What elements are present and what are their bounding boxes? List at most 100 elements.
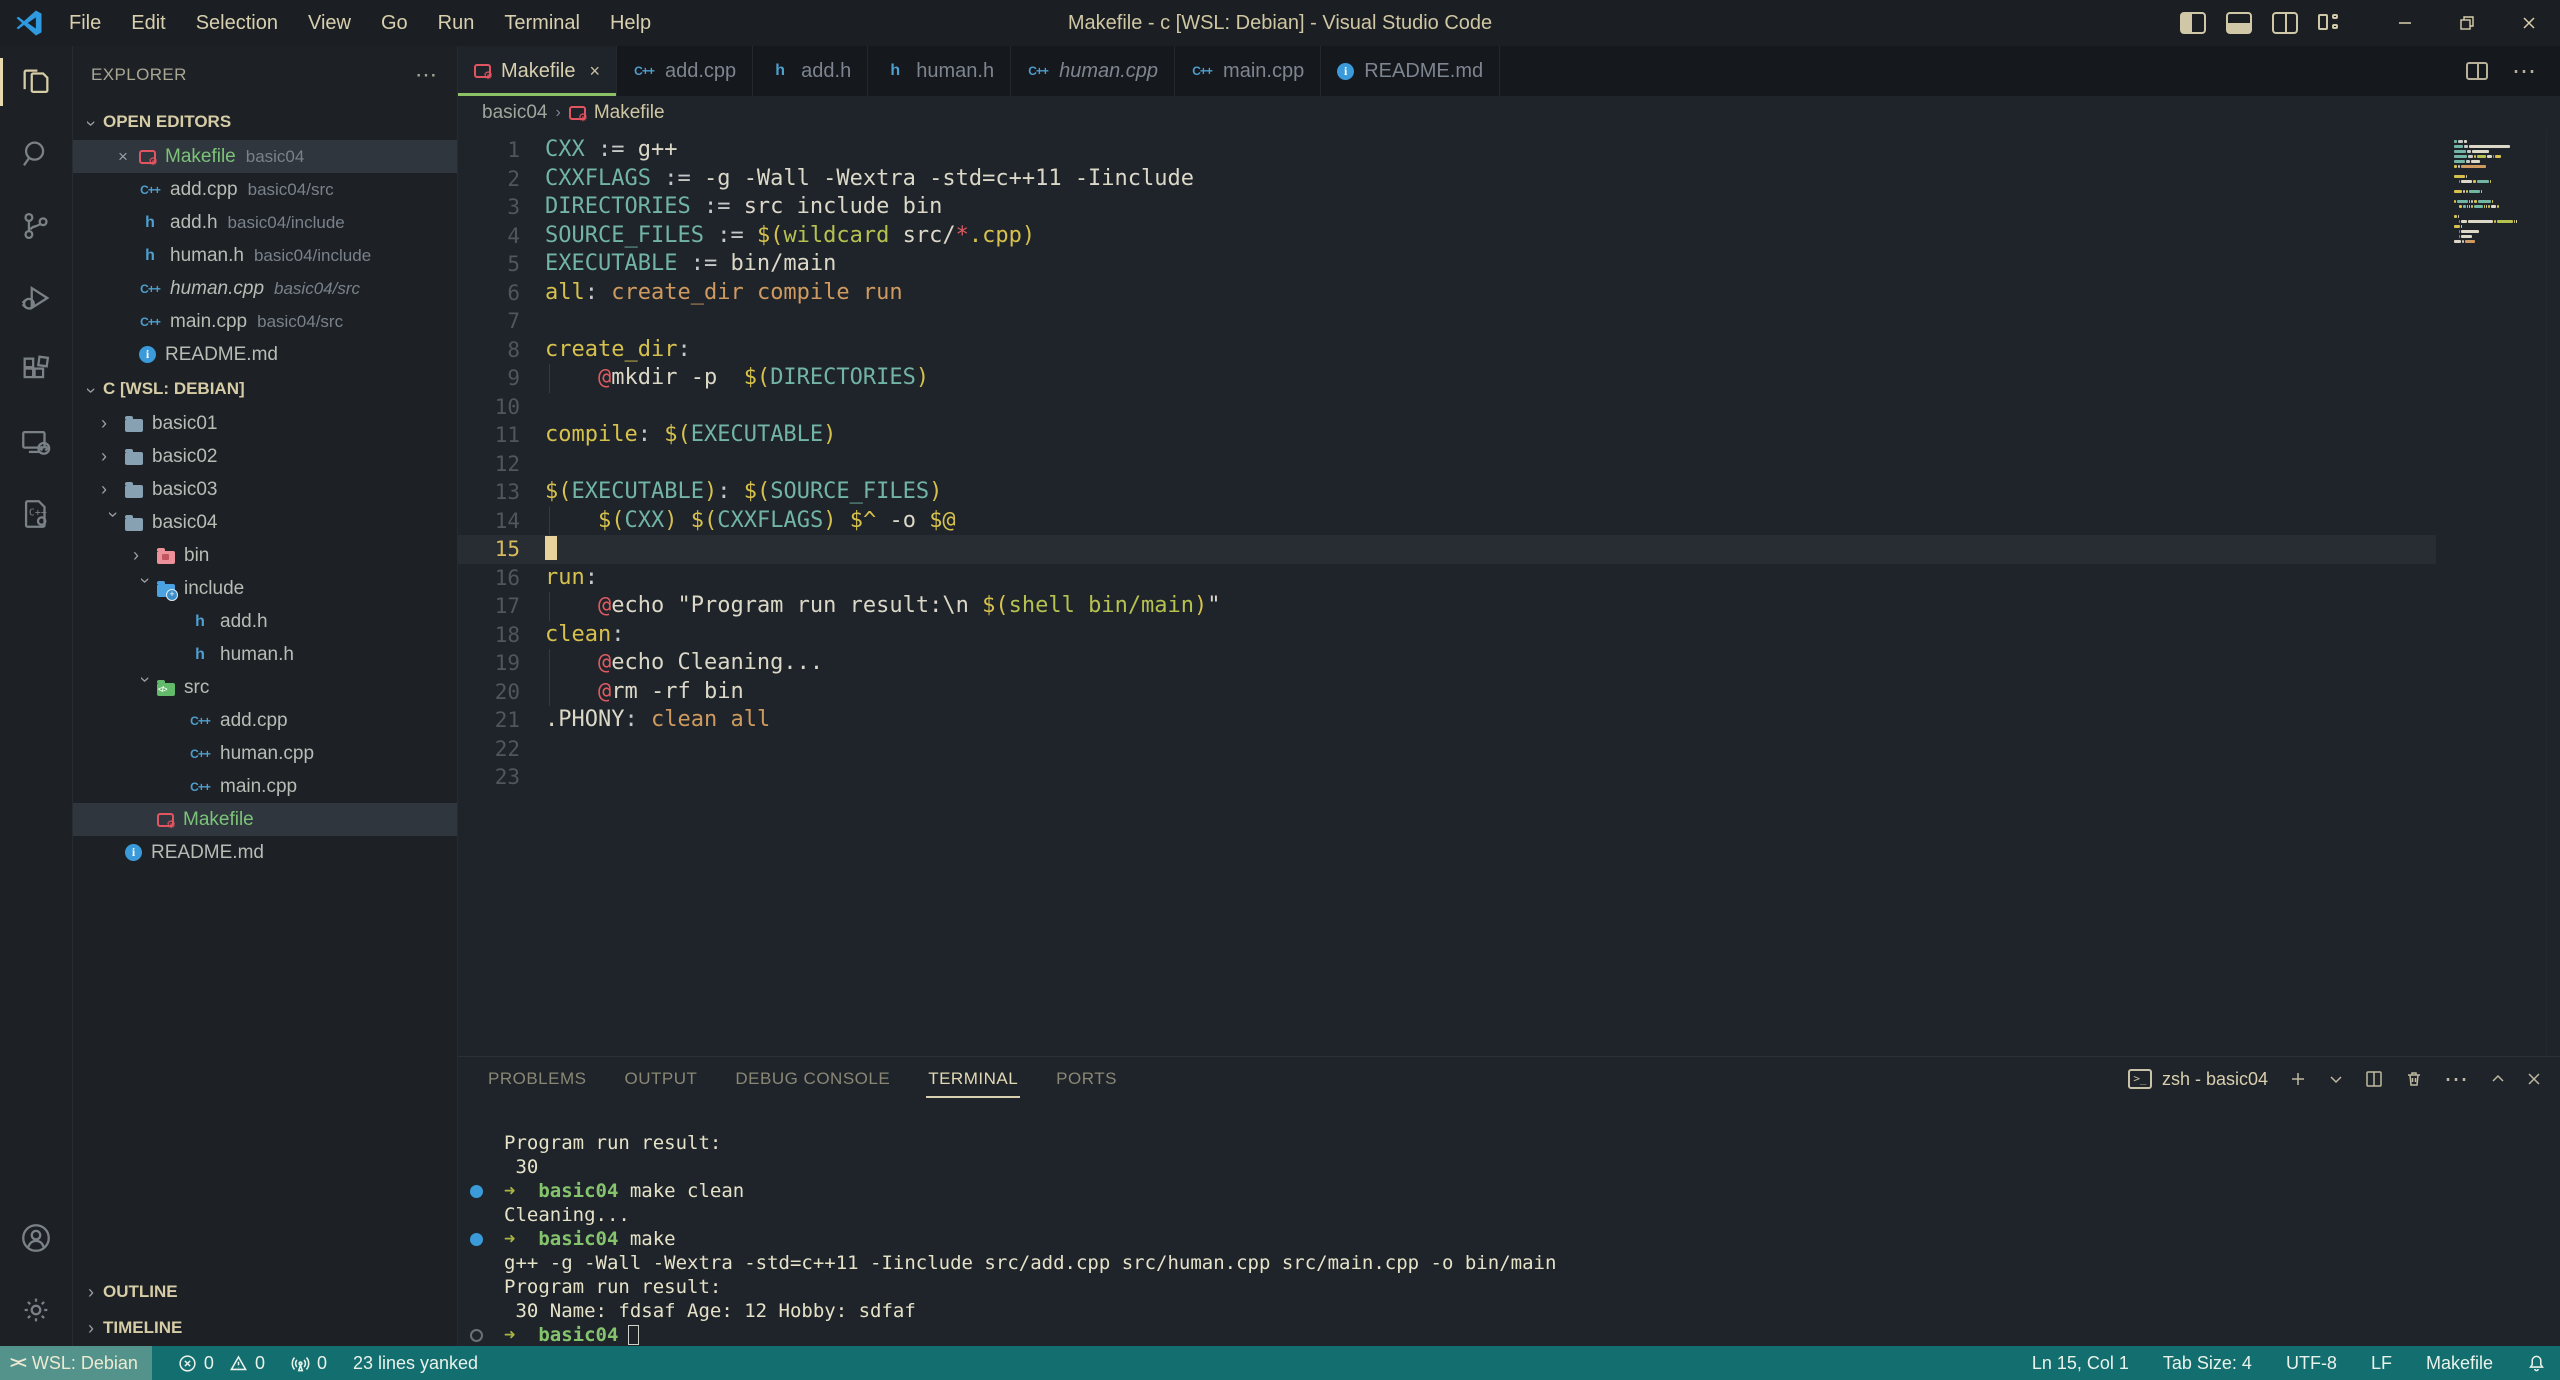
tree-item-readme.md[interactable]: README.md	[73, 836, 457, 869]
open-editor-item[interactable]: README.md	[73, 338, 457, 371]
encoding[interactable]: UTF-8	[2286, 1353, 2337, 1374]
terminal-output[interactable]: Program run result: 30➜ basic04 make cle…	[458, 1101, 2560, 1346]
settings-gear-icon[interactable]	[0, 1274, 73, 1346]
code-line-11[interactable]: 11compile: $(EXECUTABLE)	[458, 421, 2436, 450]
tree-item-include[interactable]: ›include	[73, 572, 457, 605]
breadcrumb-item[interactable]: Makefile	[594, 102, 665, 124]
split-terminal-icon[interactable]	[2364, 1069, 2384, 1089]
code-line-8[interactable]: 8create_dir:	[458, 336, 2436, 365]
command-success-decoration[interactable]	[470, 1185, 483, 1198]
code-line-5[interactable]: 5EXECUTABLE := bin/main	[458, 250, 2436, 279]
menu-terminal[interactable]: Terminal	[491, 8, 593, 39]
toggle-sidebar-icon[interactable]	[2180, 12, 2206, 34]
notifications-bell-icon[interactable]	[2527, 1354, 2546, 1373]
menu-file[interactable]: File	[56, 8, 114, 39]
run-debug-icon[interactable]	[0, 262, 73, 334]
code-line-19[interactable]: 19 @echo Cleaning...	[458, 649, 2436, 678]
open-editor-item[interactable]: add.cppbasic04/src	[73, 173, 457, 206]
tree-item-add.cpp[interactable]: add.cpp	[73, 704, 457, 737]
tree-item-add.h[interactable]: add.h	[73, 605, 457, 638]
kill-terminal-trash-icon[interactable]	[2404, 1069, 2424, 1089]
code-line-22[interactable]: 22	[458, 735, 2436, 764]
close-button[interactable]	[2498, 0, 2560, 46]
breadcrumb-item[interactable]: basic04	[482, 102, 548, 124]
code-line-10[interactable]: 10	[458, 393, 2436, 422]
terminal-dropdown-chevron-icon[interactable]	[2328, 1071, 2344, 1087]
remote-explorer-icon[interactable]	[0, 406, 73, 478]
code-line-1[interactable]: 1CXX := g++	[458, 136, 2436, 165]
makefile-tools-icon[interactable]: C++	[0, 478, 73, 550]
panel-tab-output[interactable]: OUTPUT	[622, 1061, 699, 1097]
eol-sequence[interactable]: LF	[2371, 1353, 2392, 1374]
menu-edit[interactable]: Edit	[118, 8, 178, 39]
code-line-9[interactable]: 9 @mkdir -p $(DIRECTORIES)	[458, 364, 2436, 393]
tab-main.cpp[interactable]: main.cpp	[1175, 46, 1321, 96]
tab-human.h[interactable]: human.h	[868, 46, 1011, 96]
accounts-icon[interactable]	[0, 1202, 73, 1274]
menu-help[interactable]: Help	[597, 8, 664, 39]
close-icon[interactable]: ×	[589, 61, 600, 82]
remote-indicator[interactable]: >< WSL: Debian	[0, 1346, 152, 1380]
explorer-more-actions-icon[interactable]: ⋯	[415, 62, 439, 88]
open-editor-item[interactable]: human.hbasic04/include	[73, 239, 457, 272]
code-line-23[interactable]: 23	[458, 763, 2436, 792]
code-line-15[interactable]: 15	[458, 535, 2436, 564]
panel-tab-terminal[interactable]: TERMINAL	[926, 1061, 1020, 1097]
menu-view[interactable]: View	[295, 8, 364, 39]
open-editor-item[interactable]: add.hbasic04/include	[73, 206, 457, 239]
panel-tab-debug-console[interactable]: DEBUG CONSOLE	[733, 1061, 892, 1097]
menu-run[interactable]: Run	[425, 8, 488, 39]
search-icon[interactable]	[0, 118, 73, 190]
tab-human.cpp[interactable]: human.cpp	[1011, 46, 1175, 96]
panel-tab-problems[interactable]: PROBLEMS	[486, 1061, 588, 1097]
minimize-button[interactable]	[2374, 0, 2436, 46]
code-line-18[interactable]: 18clean:	[458, 621, 2436, 650]
new-terminal-icon[interactable]	[2288, 1069, 2308, 1089]
command-pending-decoration[interactable]	[470, 1329, 483, 1342]
minimap[interactable]	[2436, 130, 2546, 1056]
code-line-12[interactable]: 12	[458, 450, 2436, 479]
workspace-section-header[interactable]: › C [WSL: DEBIAN]	[73, 371, 457, 407]
close-panel-icon[interactable]	[2526, 1071, 2542, 1087]
tab-readme.md[interactable]: README.md	[1321, 46, 1500, 96]
tree-item-basic01[interactable]: ›basic01	[73, 407, 457, 440]
editor-scrollbar[interactable]	[2546, 130, 2560, 1056]
tree-item-basic02[interactable]: ›basic02	[73, 440, 457, 473]
command-success-decoration[interactable]	[470, 1233, 483, 1246]
tree-item-bin[interactable]: ›bin	[73, 539, 457, 572]
toggle-secondary-sidebar-icon[interactable]	[2272, 12, 2298, 34]
editor-more-actions-icon[interactable]: ⋯	[2512, 57, 2538, 86]
code-line-6[interactable]: 6all: create_dir compile run	[458, 279, 2436, 308]
extensions-icon[interactable]	[0, 334, 73, 406]
tree-item-makefile[interactable]: Makefile	[73, 803, 457, 836]
problems-indicator[interactable]: 0 0	[178, 1353, 265, 1374]
tab-add.h[interactable]: add.h	[753, 46, 868, 96]
restore-button[interactable]	[2436, 0, 2498, 46]
code-line-3[interactable]: 3DIRECTORIES := src include bin	[458, 193, 2436, 222]
close-icon[interactable]: ×	[113, 147, 133, 167]
code-editor[interactable]: 1CXX := g++2CXXFLAGS := -g -Wall -Wextra…	[458, 130, 2436, 1056]
tree-item-human.h[interactable]: human.h	[73, 638, 457, 671]
ports-indicator[interactable]: 0	[291, 1353, 327, 1374]
panel-more-actions-icon[interactable]: ⋯	[2444, 1065, 2470, 1094]
timeline-section-header[interactable]: › TIMELINE	[73, 1310, 457, 1346]
indentation[interactable]: Tab Size: 4	[2163, 1353, 2252, 1374]
split-editor-icon[interactable]	[2466, 62, 2488, 80]
outline-section-header[interactable]: › OUTLINE	[73, 1274, 457, 1310]
panel-tab-ports[interactable]: PORTS	[1054, 1061, 1119, 1097]
tab-makefile[interactable]: Makefile×	[458, 46, 617, 96]
tree-item-main.cpp[interactable]: main.cpp	[73, 770, 457, 803]
menu-selection[interactable]: Selection	[183, 8, 291, 39]
tree-item-basic03[interactable]: ›basic03	[73, 473, 457, 506]
open-editor-item[interactable]: main.cppbasic04/src	[73, 305, 457, 338]
code-line-4[interactable]: 4SOURCE_FILES := $(wildcard src/*.cpp)	[458, 222, 2436, 251]
code-line-7[interactable]: 7	[458, 307, 2436, 336]
code-line-17[interactable]: 17 @echo "Program run result:\n $(shell …	[458, 592, 2436, 621]
code-line-16[interactable]: 16run:	[458, 564, 2436, 593]
terminal-instance-chip[interactable]: >_ zsh - basic04	[2128, 1069, 2268, 1090]
code-line-21[interactable]: 21.PHONY: clean all	[458, 706, 2436, 735]
menu-go[interactable]: Go	[368, 8, 421, 39]
cursor-position[interactable]: Ln 15, Col 1	[2032, 1353, 2129, 1374]
tree-item-human.cpp[interactable]: human.cpp	[73, 737, 457, 770]
toggle-panel-icon[interactable]	[2226, 12, 2252, 34]
